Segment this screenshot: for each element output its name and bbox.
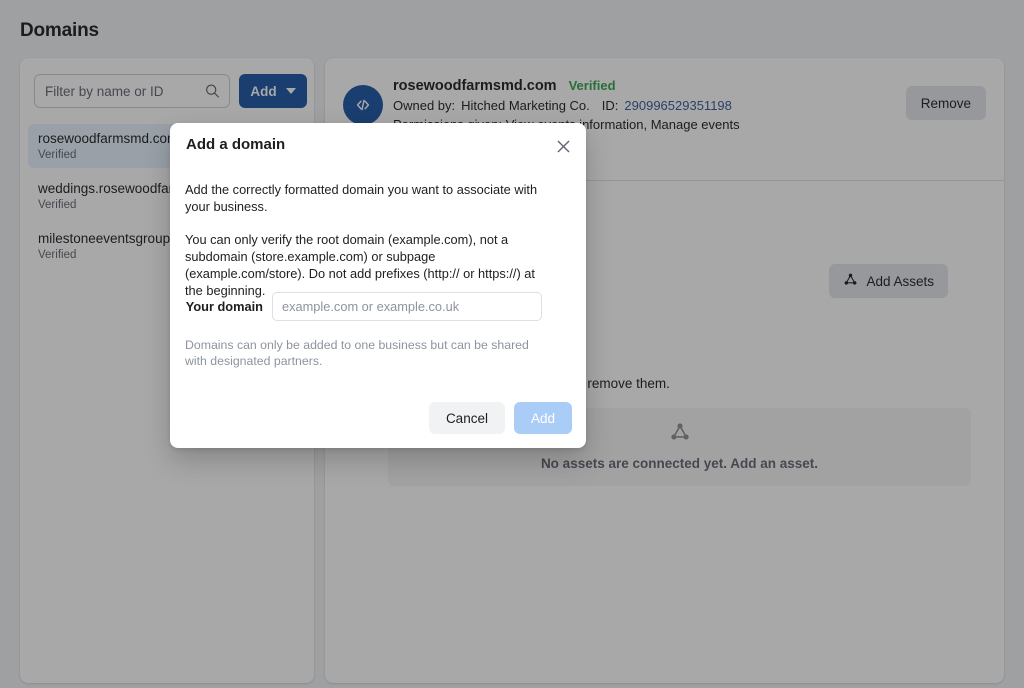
domain-input[interactable] (272, 292, 542, 321)
close-icon[interactable] (551, 134, 575, 158)
dialog-title: Add a domain (186, 136, 286, 153)
domain-field-row: Your domain (185, 292, 542, 321)
submit-add-button[interactable]: Add (513, 402, 572, 434)
dialog-actions: Cancel Add (428, 402, 572, 434)
dialog-paragraph-1: Add the correctly formatted domain you w… (185, 182, 538, 214)
add-domain-dialog: Add a domain Add the correctly formatted… (170, 123, 586, 448)
cancel-button[interactable]: Cancel (428, 402, 505, 434)
dialog-paragraph-2: You can only verify the root domain (exa… (185, 232, 535, 298)
dialog-note: Domains can only be added to one busines… (185, 338, 529, 368)
domain-field-label: Your domain (185, 299, 263, 314)
